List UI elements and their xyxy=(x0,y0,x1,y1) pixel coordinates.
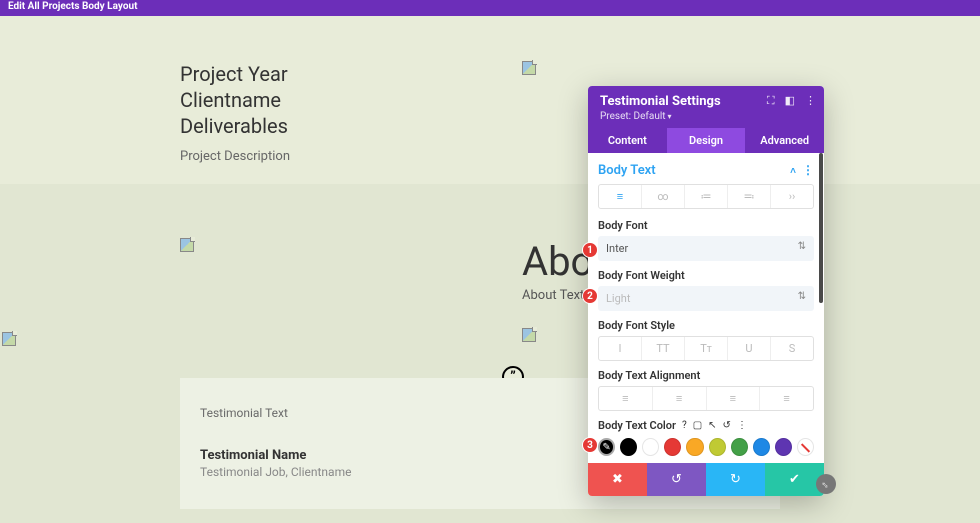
about-text: About Text xyxy=(522,288,584,303)
project-description: Project Description xyxy=(180,149,290,164)
body-style-label: Body Font Style xyxy=(598,319,814,332)
redo-button[interactable]: ↻ xyxy=(706,463,765,496)
align-right-icon[interactable]: ≡ xyxy=(707,387,761,410)
expand-icon[interactable]: ⛶ xyxy=(767,94,775,108)
text-type-ul[interactable]: ≔ xyxy=(685,185,728,208)
swatch-purple[interactable] xyxy=(775,438,792,456)
color-menu-icon[interactable]: ⋮ xyxy=(737,420,747,431)
project-year: Project Year xyxy=(180,61,290,87)
cancel-button[interactable]: ✖ xyxy=(588,463,647,496)
body-font-select[interactable]: Inter xyxy=(598,236,814,261)
step-badge-2: 2 xyxy=(582,288,598,304)
text-type-ol[interactable]: ≕ xyxy=(728,185,771,208)
tab-content[interactable]: Content xyxy=(588,128,667,153)
undo-button[interactable]: ↺ xyxy=(647,463,706,496)
text-type-p[interactable]: ≡ xyxy=(599,185,642,208)
body-align-buttons: ≡ ≡ ≡ ≡ xyxy=(598,386,814,411)
align-left-icon[interactable]: ≡ xyxy=(599,387,653,410)
swatch-none[interactable] xyxy=(797,438,814,456)
tab-design[interactable]: Design xyxy=(667,128,746,153)
swatch-red[interactable] xyxy=(664,438,681,456)
broken-image-icon xyxy=(522,328,536,342)
step-badge-3: 3 xyxy=(582,437,598,453)
step-badge-1: 1 xyxy=(582,242,598,258)
swatch-lime[interactable] xyxy=(709,438,726,456)
swatch-black[interactable] xyxy=(620,438,637,456)
section-body-text[interactable]: Body Text ˄ ⋮ xyxy=(598,159,814,184)
section-label: Body Text xyxy=(598,163,656,178)
settings-panel: Testimonial Settings Preset: Default ⛶ ◧… xyxy=(588,86,824,496)
section-menu-icon[interactable]: ⋮ xyxy=(802,163,814,177)
panel-tabs: Content Design Advanced xyxy=(588,128,824,153)
body-align-label: Body Text Alignment xyxy=(598,369,814,382)
body-weight-label: Body Font Weight xyxy=(598,269,814,282)
text-type-tabs: ≡ ∞ ≔ ≕ ›› xyxy=(598,184,814,209)
color-swatches: ✎ xyxy=(598,438,814,456)
action-bar: ✖ ↺ ↻ ✔ xyxy=(588,463,824,496)
text-type-a[interactable]: ∞ xyxy=(642,185,685,208)
hover-icon[interactable]: ↖ xyxy=(708,420,716,431)
broken-image-icon xyxy=(522,61,536,75)
style-italic[interactable]: I xyxy=(599,337,642,360)
scrollbar[interactable] xyxy=(819,153,823,303)
align-center-icon[interactable]: ≡ xyxy=(653,387,707,410)
swatch-white[interactable] xyxy=(642,438,659,456)
style-underline[interactable]: U xyxy=(728,337,771,360)
save-button[interactable]: ✔ xyxy=(765,463,824,496)
eyedropper-icon[interactable]: ✎ xyxy=(598,438,615,456)
style-uppercase[interactable]: TT xyxy=(642,337,685,360)
panel-header[interactable]: Testimonial Settings Preset: Default ⛶ ◧… xyxy=(588,86,824,128)
style-strike[interactable]: S xyxy=(771,337,813,360)
panel-body: Body Text ˄⋮ ≡ ∞ ≔ ≕ ›› Body Font Inter … xyxy=(588,153,824,463)
project-deliverables: Deliverables xyxy=(180,113,290,139)
project-client: Clientname xyxy=(180,87,290,113)
swatch-yellow[interactable] xyxy=(686,438,703,456)
reset-icon[interactable]: ↺ xyxy=(723,420,731,431)
page-content: Project Year Clientname Deliverables Pro… xyxy=(0,16,980,523)
tablet-icon[interactable]: ▢ xyxy=(693,420,702,431)
menu-dots-icon[interactable]: ⋮ xyxy=(805,94,816,108)
broken-image-icon xyxy=(2,332,16,346)
snap-icon[interactable]: ◧ xyxy=(785,94,795,108)
align-justify-icon[interactable]: ≡ xyxy=(760,387,813,410)
body-color-row: Body Text Color ? ▢ ↖ ↺ ⋮ xyxy=(598,419,814,432)
preset-dropdown[interactable]: Preset: Default xyxy=(600,111,812,122)
swatch-green[interactable] xyxy=(731,438,748,456)
project-info: Project Year Clientname Deliverables Pro… xyxy=(180,61,290,164)
broken-image-icon xyxy=(180,238,194,252)
body-font-label: Body Font xyxy=(598,219,814,232)
help-icon[interactable]: ? xyxy=(682,420,687,431)
swatch-blue[interactable] xyxy=(753,438,770,456)
body-style-buttons: I TT Tᴛ U S xyxy=(598,336,814,361)
top-bar: Edit All Projects Body Layout xyxy=(0,0,980,16)
style-smallcaps[interactable]: Tᴛ xyxy=(685,337,728,360)
text-type-quote[interactable]: ›› xyxy=(771,185,813,208)
tab-advanced[interactable]: Advanced xyxy=(745,128,824,153)
top-bar-title: Edit All Projects Body Layout xyxy=(8,1,137,12)
collapse-icon[interactable]: ˄ xyxy=(790,166,796,177)
body-color-label: Body Text Color xyxy=(598,419,676,432)
body-weight-select[interactable]: Light xyxy=(598,286,814,311)
